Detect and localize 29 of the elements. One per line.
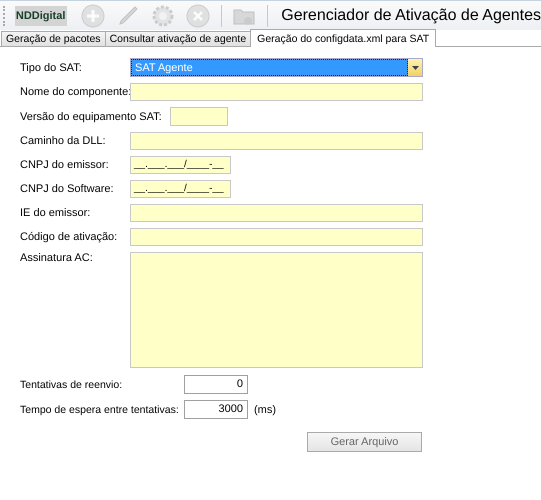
input-field[interactable] <box>130 132 423 150</box>
tab[interactable]: Geração de pacotes <box>1 31 106 46</box>
field-label: Tipo do SAT: <box>20 62 83 74</box>
field-label: Tentativas de reenvio: <box>20 378 124 390</box>
field-label: Caminho da DLL: <box>20 135 107 147</box>
field-label: Código de ativação: <box>20 231 118 243</box>
logo-button[interactable]: NDDigital <box>14 6 67 26</box>
field-label: CNPJ do Software: <box>20 183 115 195</box>
number-field[interactable]: 3000 <box>184 400 248 419</box>
caret-icon <box>408 59 422 76</box>
field-label: IE do emissor: <box>20 207 92 219</box>
app-title: Gerenciador de Ativação de Agentes <box>281 6 541 24</box>
generate-button[interactable]: Gerar Arquivo <box>307 432 422 452</box>
number-field[interactable]: 0 <box>184 375 248 394</box>
tab[interactable]: Consultar ativação de agente <box>104 31 252 46</box>
input-field[interactable]: __.___.___/____-__ <box>130 156 231 174</box>
input-field[interactable] <box>130 228 423 246</box>
field-label: Assinatura AC: <box>20 252 94 264</box>
input-field[interactable] <box>130 83 423 101</box>
field-label: Tempo de espera entre tentativas: <box>20 404 180 416</box>
unit-label: (ms) <box>254 404 276 416</box>
field-label: Nome do componente: <box>20 86 130 98</box>
tab[interactable]: Geração do configdata.xml para SAT <box>250 29 436 47</box>
field-label: CNPJ do emissor: <box>20 159 110 171</box>
input-field[interactable] <box>130 204 423 222</box>
input-field[interactable]: __.___.___/____-__ <box>130 180 231 198</box>
input-field[interactable] <box>170 107 228 126</box>
text-area[interactable] <box>130 252 423 368</box>
field-label: Versão do equipamento SAT: <box>20 110 162 122</box>
